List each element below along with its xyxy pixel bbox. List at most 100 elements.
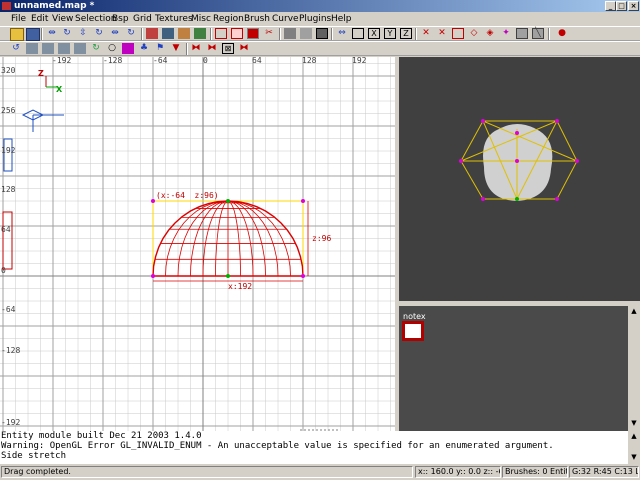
menu-textures[interactable]: Textures — [155, 13, 193, 25]
light-icon[interactable]: ⚑ — [154, 43, 166, 54]
selection-handle — [151, 274, 155, 278]
left-tick-label: -192 — [1, 418, 21, 427]
scroll-up-icon[interactable]: ▲ — [629, 307, 639, 317]
texture-browser[interactable]: notex — [399, 306, 640, 431]
console-scrollbar[interactable]: ▲ ▼ — [628, 431, 640, 464]
patch-insert-icon[interactable]: ✕ — [436, 28, 448, 39]
toolbar-main: ⇹ ↻ ⇳ ↻ ⇹ ↻ ✂ ⇔ X Y Z ✕ ✕ ◇ ◈ ✦ ╲ ● — [0, 26, 640, 41]
clipper-icon[interactable]: ✂ — [263, 28, 275, 39]
menu-view[interactable]: View — [52, 13, 73, 25]
menu-brush[interactable]: Brush — [244, 13, 270, 25]
flip-y-icon[interactable]: ⇳ — [77, 28, 89, 39]
rotate-x-icon[interactable]: ↻ — [61, 28, 73, 39]
csg-hollow-icon[interactable] — [215, 28, 227, 39]
patch-cap-icon[interactable]: ◇ — [468, 28, 480, 39]
select-inside-icon[interactable] — [194, 28, 206, 39]
camera-view[interactable] — [399, 57, 640, 301]
menu-bsp[interactable]: Bsp — [112, 13, 129, 25]
status-coords: x:: 160.0 y:: 0.0 z:: -64.0 — [415, 466, 501, 478]
rotate-z-icon[interactable]: ↻ — [125, 28, 137, 39]
menu-region[interactable]: Region — [213, 13, 244, 25]
show-patch-bbox-icon[interactable] — [516, 28, 528, 39]
entity-icon[interactable]: ♣ — [138, 43, 150, 54]
circle-icon[interactable]: ○ — [106, 43, 118, 54]
patch-bend-icon[interactable]: ✕ — [420, 28, 432, 39]
scroll-up-icon[interactable]: ▲ — [629, 432, 639, 441]
axis-x-label: X — [56, 85, 63, 94]
left-tick-label: 128 — [1, 185, 16, 194]
change-views-icon[interactable] — [284, 28, 296, 39]
select-partial-tall-icon[interactable] — [178, 28, 190, 39]
csg-subtract-icon[interactable] — [231, 28, 243, 39]
patch-drill-icon[interactable]: ✦ — [500, 28, 512, 39]
close-button[interactable]: × — [628, 1, 639, 11]
region-indicator — [2, 211, 13, 270]
status-message: Drag completed. — [1, 466, 413, 478]
texture-view-icon[interactable] — [300, 28, 312, 39]
view-icon-4[interactable] — [74, 43, 86, 54]
top-tick-label: 128 — [302, 57, 317, 65]
view-icon-2[interactable] — [42, 43, 54, 54]
console-line: Side stretch — [1, 451, 67, 461]
menu-misc[interactable]: Misc — [191, 13, 211, 25]
select-patches-icon[interactable]: ╲ — [532, 28, 544, 39]
no-entity-icon[interactable]: ⊠ — [222, 43, 234, 54]
console-line: Entity module built Dec 21 2003 1.4.0 — [1, 431, 202, 441]
selection-handle — [301, 199, 305, 203]
texture-thumbnail-notex[interactable] — [402, 321, 424, 341]
top-tick-label: -128 — [103, 57, 123, 65]
camera-render — [459, 119, 579, 201]
csg-merge-icon[interactable] — [247, 28, 259, 39]
console-log: Entity module built Dec 21 2003 1.4.0 Wa… — [0, 431, 640, 464]
maximize-button[interactable]: □ — [616, 1, 627, 11]
menu-selection[interactable]: Selection — [75, 13, 116, 25]
refresh-icon[interactable]: ↻ — [90, 43, 102, 54]
save-icon[interactable] — [26, 28, 40, 41]
patch-weld-icon[interactable]: ◈ — [484, 28, 496, 39]
scroll-down-icon[interactable]: ▼ — [629, 453, 639, 462]
minimize-button[interactable]: _ — [605, 1, 616, 11]
flip-x-icon[interactable]: ⇹ — [46, 28, 58, 39]
view-icon-1[interactable] — [26, 43, 38, 54]
rotate-view-icon[interactable]: ↺ — [10, 43, 22, 54]
patch-delete-icon[interactable] — [452, 28, 464, 39]
axis-y-icon[interactable]: Y — [384, 28, 396, 39]
view-icon-3[interactable] — [58, 43, 70, 54]
menu-help[interactable]: Help — [331, 13, 352, 25]
menu-curve[interactable]: Curve — [272, 13, 299, 25]
top-tick-label: -64 — [153, 57, 168, 65]
scroll-down-icon[interactable]: ▼ — [629, 419, 639, 429]
axis-z-label: Z — [38, 69, 44, 78]
axis-z-icon[interactable]: Z — [400, 28, 412, 39]
axis-x-icon[interactable]: X — [368, 28, 380, 39]
status-grid: G:32 R:45 C:13 L:MR — [569, 466, 639, 478]
select-complete-tall-icon[interactable] — [146, 28, 158, 39]
color-icon[interactable] — [122, 43, 134, 54]
menu-grid[interactable]: Grid — [133, 13, 152, 25]
selection-handle — [226, 274, 230, 278]
ortho-grid[interactable] — [0, 57, 395, 431]
menu-plugins[interactable]: Plugins — [299, 13, 331, 25]
texture-scrollbar[interactable]: ▲ ▼ — [628, 306, 640, 431]
ortho-view-xz[interactable]: -192 -128 -64 0 64 128 192 320 256 192 1… — [0, 57, 395, 431]
selection-handle — [226, 199, 230, 203]
left-tick-label: -128 — [1, 346, 21, 355]
scale-icon[interactable]: ⇔ — [336, 28, 348, 39]
flip-z-icon[interactable]: ⇹ — [109, 28, 121, 39]
mirror-icon[interactable]: ⧓ — [238, 43, 250, 54]
toolbar-secondary: ↺ ↻ ○ ♣ ⚑ ▼ ⧓ ⧓ ⊠ ⧓ — [0, 41, 640, 56]
menu-file[interactable]: File — [11, 13, 26, 25]
console-line: Warning: OpenGL Error GL_INVALID_ENUM - … — [1, 441, 554, 451]
rotate-y-icon[interactable]: ↻ — [93, 28, 105, 39]
select-touching-icon[interactable] — [162, 28, 174, 39]
open-icon[interactable] — [10, 28, 24, 41]
menu-edit[interactable]: Edit — [31, 13, 48, 25]
plugin-icon[interactable]: ● — [556, 28, 568, 39]
left-tick-label: 320 — [1, 66, 16, 75]
camera-view-icon[interactable] — [316, 28, 328, 39]
arrow-down-icon[interactable]: ▼ — [170, 43, 182, 54]
free-rotate-icon[interactable] — [352, 28, 364, 39]
mirror-v-icon[interactable]: ⧓ — [206, 43, 218, 54]
mirror-h-icon[interactable]: ⧓ — [190, 43, 202, 54]
texture-name: notex — [403, 312, 426, 321]
